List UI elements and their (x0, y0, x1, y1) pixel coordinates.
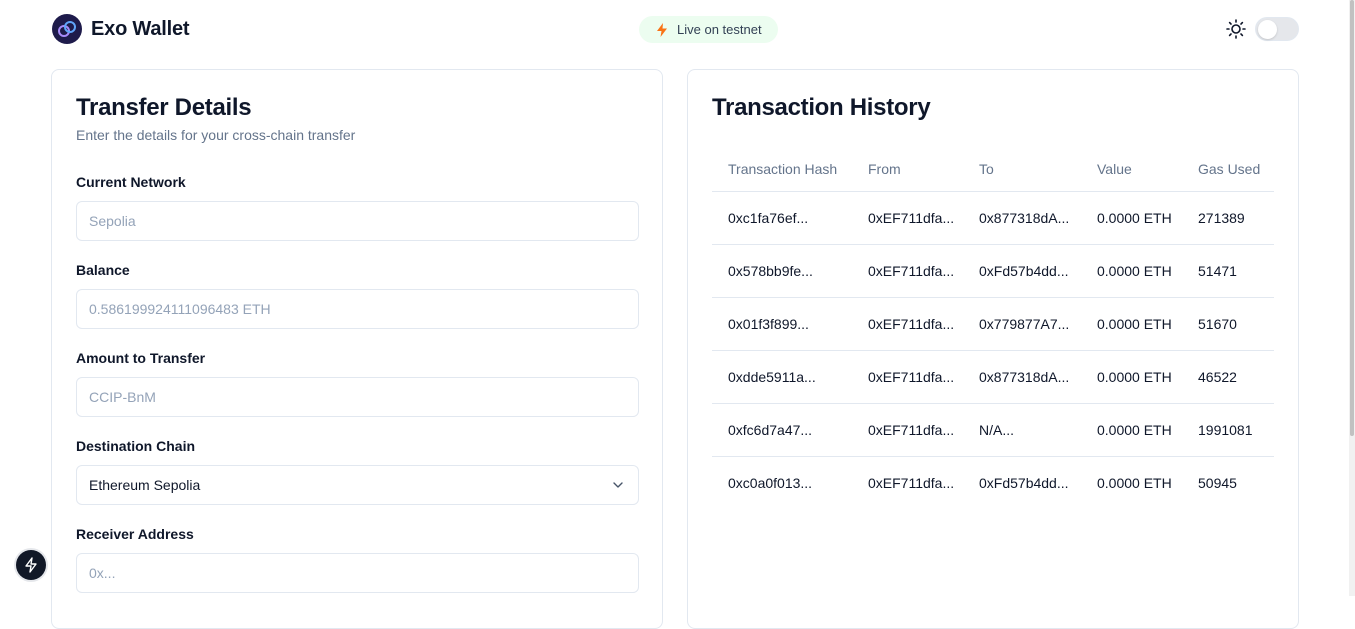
receiver-address-label: Receiver Address (76, 526, 194, 542)
table-cell: 0xc0a0f013... (728, 474, 813, 491)
table-cell: 0xc1fa76ef... (712, 191, 852, 245)
current-network-field: Sepolia (76, 201, 639, 241)
transfer-details-card: Transfer Details Enter the details for y… (51, 69, 663, 629)
table-row[interactable]: 0xdde5911a... 0xEF711dfa... 0x877318dA... 0… (712, 350, 1274, 404)
table-cell: 0x578bb9fe... (712, 244, 852, 298)
table-cell: 0xfc6d7a47... (712, 403, 852, 457)
column-header: Value (1081, 147, 1182, 192)
table-row[interactable]: 0x01f3f899... 0xEF711dfa... 0x779877A7... 0… (712, 297, 1274, 351)
table-cell: 0xEF711dfa... (852, 350, 963, 404)
table-cell: 271389 (1182, 191, 1274, 245)
history-title: Transaction History (712, 94, 931, 121)
balance-label: Balance (76, 262, 130, 278)
table-cell: 0xFd57b4dd... (979, 474, 1069, 491)
transaction-table: Transaction Hash From To Value Gas Used … (712, 147, 1274, 509)
table-cell: 46522 (1182, 350, 1274, 404)
page-scrollbar[interactable] (1349, 0, 1355, 596)
table-cell: 0xEF711dfa... (852, 244, 963, 298)
table-cell: 0.0000 ETH (1081, 244, 1182, 298)
theme-toggle[interactable] (1255, 17, 1299, 41)
transfer-title: Transfer Details (76, 94, 252, 121)
table-cell: 0xEF711dfa... (852, 403, 963, 457)
destination-chain-select[interactable]: Ethereum Sepolia (76, 465, 639, 505)
live-badge-label: Live on testnet (677, 22, 762, 37)
transaction-rows: 0xc1fa76ef... 0xEF711dfa... 0x877318dA... 0… (712, 191, 1274, 509)
table-row[interactable]: 0xc1fa76ef... 0xEF711dfa... 0x877318dA... 0… (712, 191, 1274, 245)
table-cell: 0x01f3f899... (712, 297, 852, 351)
scrollbar-thumb[interactable] (1350, 0, 1354, 436)
table-cell: 0xEF711dfa... (868, 474, 955, 491)
table-cell: 0x877318dA... (963, 191, 1081, 245)
table-cell: 0x779877A7... (963, 297, 1081, 351)
amount-input[interactable]: CCIP-BnM (76, 377, 639, 417)
current-network-label: Current Network (76, 174, 186, 190)
table-cell: 0.0000 ETH (1081, 191, 1182, 245)
table-cell: 0.0000 ETH (1097, 474, 1172, 491)
transaction-history-card: Transaction History Transaction Hash Fro… (687, 69, 1299, 629)
brand-name: Exo Wallet (91, 18, 190, 40)
table-cell: 0xdde5911a... (712, 350, 852, 404)
table-cell: 51471 (1182, 244, 1274, 298)
table-row[interactable]: 0xc0a0f013... 0xEF711dfa... 0xFd57b4dd... 0… (712, 456, 1274, 509)
top-bar: Exo Wallet Live on testnet (0, 0, 1355, 60)
transfer-subtitle: Enter the details for your cross-chain t… (76, 127, 356, 143)
table-cell: 51670 (1182, 297, 1274, 351)
table-cell: 0xEF711dfa... (852, 191, 963, 245)
table-header-row: Transaction Hash From To Value Gas Used (712, 147, 1274, 192)
table-cell: 1991081 (1182, 403, 1274, 457)
balance-field: 0.586199924111096483 ETH (76, 289, 639, 329)
column-header: To (963, 147, 1081, 192)
amount-label: Amount to Transfer (76, 350, 206, 366)
table-cell: 0x877318dA... (963, 350, 1081, 404)
lightning-fab-icon[interactable] (16, 550, 46, 580)
table-cell: 0.0000 ETH (1081, 297, 1182, 351)
orbit-logo-icon[interactable] (52, 14, 82, 44)
receiver-address-input[interactable]: 0x... (76, 553, 639, 593)
table-cell: 0xEF711dfa... (852, 297, 963, 351)
table-cell: 50945 (1198, 474, 1237, 491)
column-header: Transaction Hash (712, 147, 852, 192)
table-cell: 0.0000 ETH (1081, 403, 1182, 457)
table-row[interactable]: 0xfc6d7a47... 0xEF711dfa... N/A... 0.0000 E… (712, 403, 1274, 457)
column-header: Gas Used (1182, 147, 1274, 192)
sun-icon[interactable] (1226, 19, 1246, 39)
lightning-icon (657, 22, 667, 37)
toggle-knob (1258, 20, 1277, 39)
table-cell: 0.0000 ETH (1081, 350, 1182, 404)
live-status-badge: Live on testnet (639, 16, 778, 43)
destination-chain-label: Destination Chain (76, 438, 196, 454)
table-cell: 0xFd57b4dd... (963, 244, 1081, 298)
table-cell: N/A... (963, 403, 1081, 457)
destination-chain-value: Ethereum Sepolia (89, 477, 201, 493)
table-row[interactable]: 0x578bb9fe... 0xEF711dfa... 0xFd57b4dd... 0… (712, 244, 1274, 298)
chevron-down-icon (613, 482, 623, 488)
column-header: From (852, 147, 963, 192)
